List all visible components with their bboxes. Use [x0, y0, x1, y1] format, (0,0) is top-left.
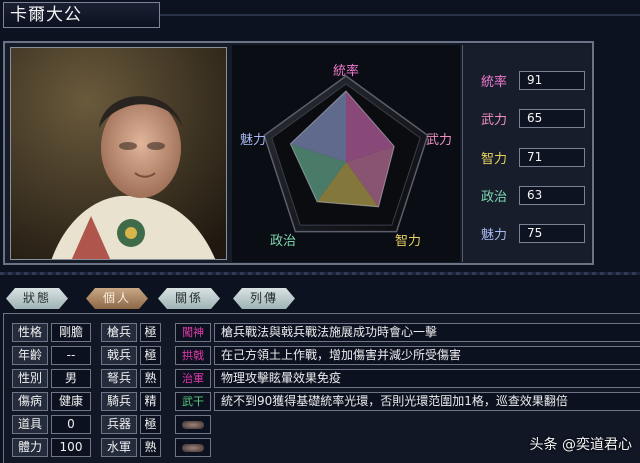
- skill-name[interactable]: 武干: [175, 392, 211, 411]
- stat-label: 武力: [481, 112, 508, 128]
- empty-skill-slot[interactable]: [175, 415, 211, 434]
- stat-value: 71: [519, 147, 585, 167]
- personal-value: 100: [51, 438, 91, 457]
- aptitude-label: 槍兵: [101, 323, 137, 342]
- main-panel: 統率 武力 智力 政治 魅力 統率 91 武力 65 智力 71 政治 63 魅…: [3, 41, 594, 265]
- attribute-stats-panel: 統率 91 武力 65 智力 71 政治 63 魅力 75: [462, 45, 590, 262]
- stat-row-war: 武力 65: [481, 108, 585, 128]
- aptitude-value: 熟: [140, 369, 161, 388]
- personal-label: 傷病: [12, 392, 48, 411]
- locked-skill-icon: [182, 421, 204, 429]
- tab-status[interactable]: 狀態: [6, 288, 68, 309]
- skill-description: 在己方領土上作戰，增加傷害并減少所受傷害: [214, 346, 640, 365]
- radar-label-war: 武力: [426, 133, 452, 148]
- personal-label: 年齡: [12, 346, 48, 365]
- stat-row-politics: 政治 63: [481, 185, 585, 205]
- personal-label: 體力: [12, 438, 48, 457]
- tab-biography[interactable]: 列傳: [233, 288, 295, 309]
- aptitude-label: 兵器: [101, 415, 137, 434]
- radar-label-leadership: 統率: [333, 63, 359, 79]
- personal-value: 健康: [51, 392, 91, 411]
- stat-row-leadership: 統率 91: [481, 70, 585, 90]
- section-divider: [0, 272, 640, 275]
- radar-label-charisma: 魅力: [240, 133, 266, 148]
- skill-description: 統不到90獲得基礎統率光環，否則光環范圍加1格，巡查效果翻倍: [214, 392, 640, 411]
- aptitude-label: 水軍: [101, 438, 137, 457]
- aptitude-value: 極: [140, 346, 161, 365]
- stat-value: 63: [519, 185, 585, 205]
- aptitude-value: 極: [140, 415, 161, 434]
- personal-value: 剛膽: [51, 323, 91, 342]
- personal-label: 性別: [12, 369, 48, 388]
- aptitude-value: 極: [140, 323, 161, 342]
- aptitude-value: 熟: [140, 438, 161, 457]
- title-divider: [160, 14, 640, 16]
- locked-skill-icon: [182, 444, 204, 452]
- watermark: 头条 @奕道君心: [529, 437, 632, 453]
- skill-name[interactable]: 闖神: [175, 323, 211, 342]
- stat-label: 魅力: [481, 227, 508, 243]
- personal-value: --: [51, 346, 91, 365]
- stat-label: 統率: [481, 74, 508, 90]
- personal-value: 男: [51, 369, 91, 388]
- stat-row-intelligence: 智力 71: [481, 147, 585, 167]
- stat-value: 75: [519, 223, 585, 243]
- skill-name[interactable]: 治軍: [175, 369, 211, 388]
- stat-value: 65: [519, 108, 585, 128]
- aptitude-label: 騎兵: [101, 392, 137, 411]
- character-portrait: [10, 47, 227, 260]
- tab-relations[interactable]: 關係: [158, 288, 220, 309]
- stat-label: 智力: [481, 151, 508, 167]
- aptitude-label: 戟兵: [101, 346, 137, 365]
- stat-row-charisma: 魅力 75: [481, 223, 585, 243]
- tab-personal[interactable]: 個人: [86, 288, 148, 309]
- personal-label: 道具: [12, 415, 48, 434]
- empty-skill-slot[interactable]: [175, 438, 211, 457]
- stat-label: 政治: [481, 189, 508, 205]
- aptitude-label: 弩兵: [101, 369, 137, 388]
- aptitude-value: 精: [140, 392, 161, 411]
- radar-label-politics: 政治: [270, 234, 296, 249]
- attribute-radar-chart: 統率 武力 智力 政治 魅力: [232, 45, 460, 262]
- skill-description: 槍兵戰法與戟兵戰法施展成功時會心一擊: [214, 323, 640, 342]
- skill-name[interactable]: 拱戟: [175, 346, 211, 365]
- skill-description: 物理攻擊眩暈效果免疫: [214, 369, 640, 388]
- stat-value: 91: [519, 70, 585, 90]
- personal-label: 性格: [12, 323, 48, 342]
- tab-bar: 狀態 個人 關係 列傳: [0, 285, 640, 313]
- radar-label-intelligence: 智力: [395, 234, 421, 249]
- personal-value: 0: [51, 415, 91, 434]
- character-name: 卡爾大公: [3, 2, 160, 28]
